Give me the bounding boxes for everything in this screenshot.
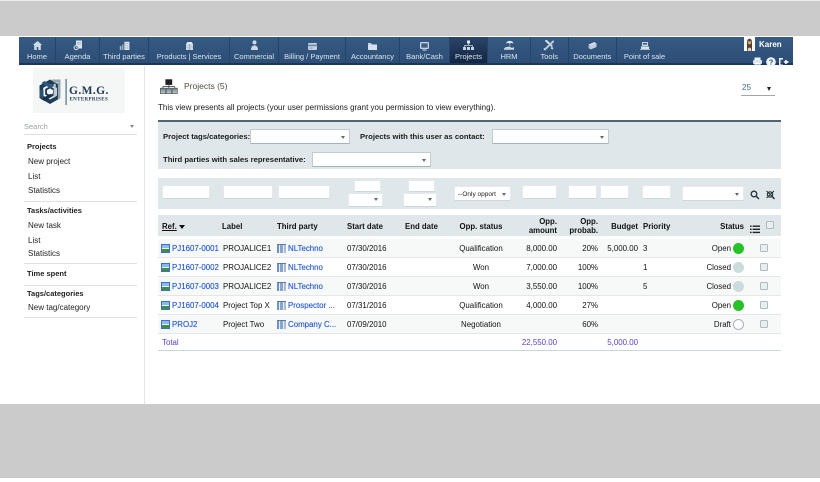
svg-text:?: ? <box>769 58 774 67</box>
svg-text:ENTERPRISES: ENTERPRISES <box>70 98 109 103</box>
svg-text:G.M.G.: G.M.G. <box>69 85 109 97</box>
